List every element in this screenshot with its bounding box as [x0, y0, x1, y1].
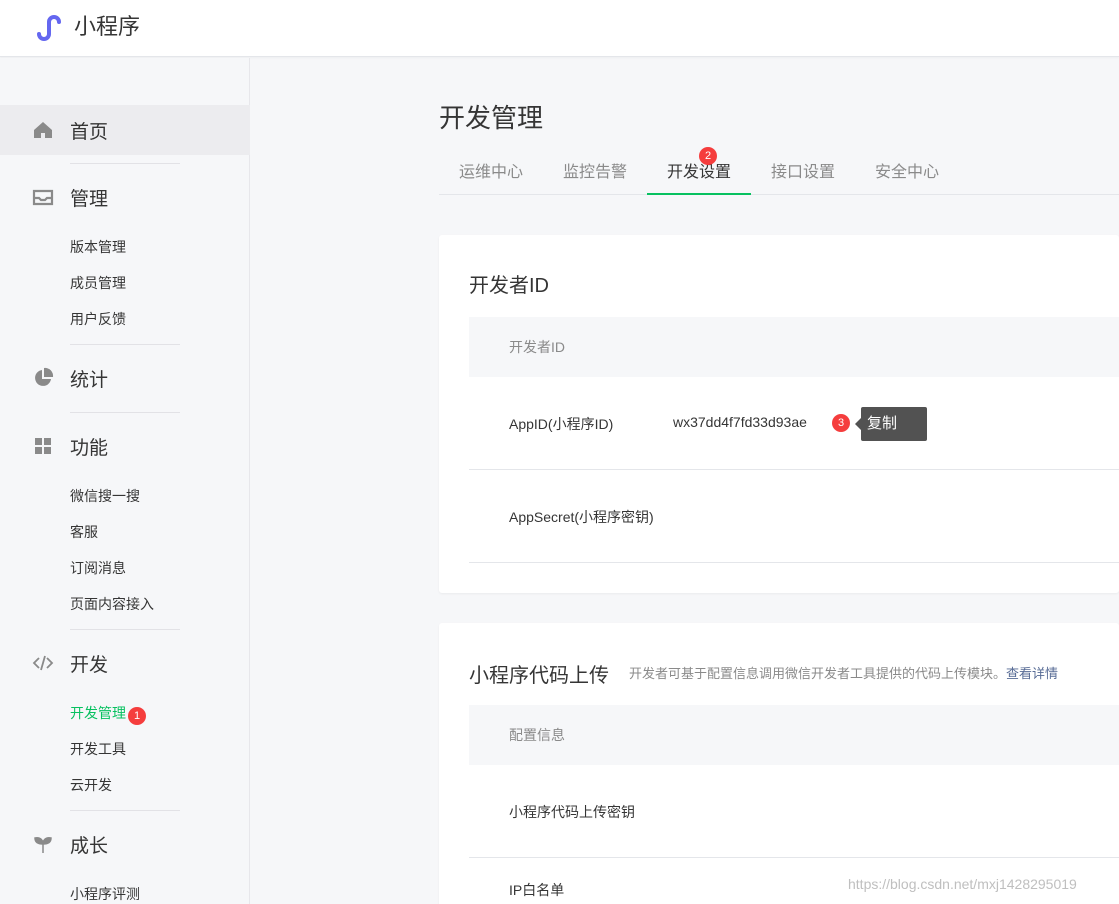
sidebar-item-evaluation[interactable]: 小程序评测 [70, 884, 140, 904]
step-badge: 1 [128, 707, 146, 725]
table-header-label: 开发者ID [509, 339, 565, 355]
sidebar: 首页 管理 版本管理 成员管理 用户反馈 统计 功能 微信搜一搜 客服 订阅消息… [0, 58, 250, 904]
sidebar-item-home[interactable]: 首页 [0, 105, 250, 155]
brand-title[interactable]: 小程序 [74, 12, 140, 42]
table-header-label: 配置信息 [509, 727, 565, 743]
tab-ops-center[interactable]: 运维中心 [439, 153, 543, 195]
sidebar-item-manage[interactable]: 管理 [0, 172, 250, 222]
sidebar-item-page-content[interactable]: 页面内容接入 [70, 594, 154, 614]
pie-chart-icon [35, 367, 54, 386]
sidebar-item-label: 管理 [70, 188, 109, 210]
sidebar-item-label: 首页 [70, 121, 109, 143]
table-row: AppSecret(小程序密钥) [469, 470, 1119, 563]
divider [70, 412, 180, 413]
divider [70, 163, 180, 164]
sidebar-item-dev-tools[interactable]: 开发工具 [70, 739, 126, 759]
upload-key-label: 小程序代码上传密钥 [509, 804, 635, 820]
sidebar-item-subscribe-message[interactable]: 订阅消息 [70, 558, 126, 578]
top-header: 小程序 [0, 0, 1119, 57]
code-icon [32, 655, 54, 671]
sprout-icon [34, 837, 52, 853]
home-icon [34, 122, 52, 138]
description-text: 开发者可基于配置信息调用微信开发者工具提供的代码上传模块。 [629, 666, 1007, 681]
appid-value[interactable]: wx37dd4f7fd33d93ae [673, 414, 807, 430]
sidebar-item-dev[interactable]: 开发 [0, 638, 250, 688]
watermark: https://blog.csdn.net/mxj1428295019 [848, 876, 1077, 892]
appid-label: AppID(小程序ID) [509, 416, 614, 432]
sidebar-item-customer-service[interactable]: 客服 [70, 522, 98, 542]
appsecret-label: AppSecret(小程序密钥) [509, 509, 654, 525]
table-row: AppID(小程序ID) wx37dd4f7fd33d93ae [469, 377, 1119, 470]
table-header: 开发者ID [469, 317, 1119, 377]
ip-whitelist-label: IP白名单 [509, 882, 565, 898]
card-title: 小程序代码上传 [469, 665, 609, 687]
card-description: 开发者可基于配置信息调用微信开发者工具提供的代码上传模块。查看详情 [629, 663, 1058, 682]
copy-tooltip[interactable]: 复制 [855, 407, 927, 441]
tab-monitoring[interactable]: 监控告警 [543, 153, 647, 195]
divider [70, 810, 180, 811]
tab-api-settings[interactable]: 接口设置 [751, 153, 855, 195]
card-title: 开发者ID [469, 275, 549, 297]
sidebar-item-dev-management[interactable]: 开发管理 [70, 703, 126, 723]
divider [70, 344, 180, 345]
sidebar-item-wechat-search[interactable]: 微信搜一搜 [70, 486, 140, 506]
sidebar-item-features[interactable]: 功能 [0, 421, 250, 471]
inbox-icon [32, 189, 54, 206]
sidebar-item-cloud-dev[interactable]: 云开发 [70, 775, 112, 795]
sidebar-item-label: 开发 [70, 654, 109, 676]
table-header: 配置信息 [469, 705, 1119, 765]
tab-security-center[interactable]: 安全中心 [855, 153, 959, 195]
step-badge: 3 [832, 414, 850, 432]
sidebar-item-version-management[interactable]: 版本管理 [70, 237, 126, 257]
tab-bar: 运维中心 监控告警 开发设置 接口设置 安全中心 [439, 153, 1119, 195]
sidebar-item-member-management[interactable]: 成员管理 [70, 273, 126, 293]
table-row: 小程序代码上传密钥 [469, 765, 1119, 858]
sidebar-item-label: 功能 [70, 437, 109, 459]
divider [70, 629, 180, 630]
miniprogram-logo-icon[interactable] [33, 12, 65, 44]
sidebar-item-label: 成长 [70, 835, 109, 857]
sidebar-item-label: 统计 [70, 369, 109, 391]
developer-id-card: 开发者ID 开发者ID AppID(小程序ID) wx37dd4f7fd33d9… [439, 235, 1119, 593]
sidebar-item-growth[interactable]: 成长 [0, 819, 250, 869]
code-upload-card: 小程序代码上传 开发者可基于配置信息调用微信开发者工具提供的代码上传模块。查看详… [439, 623, 1119, 904]
step-badge: 2 [699, 147, 717, 165]
view-details-link[interactable]: 查看详情 [1006, 666, 1058, 681]
page-title: 开发管理 [439, 103, 544, 133]
sidebar-item-stats[interactable]: 统计 [0, 353, 250, 403]
sidebar-item-user-feedback[interactable]: 用户反馈 [70, 309, 126, 329]
grid-icon [35, 438, 51, 454]
